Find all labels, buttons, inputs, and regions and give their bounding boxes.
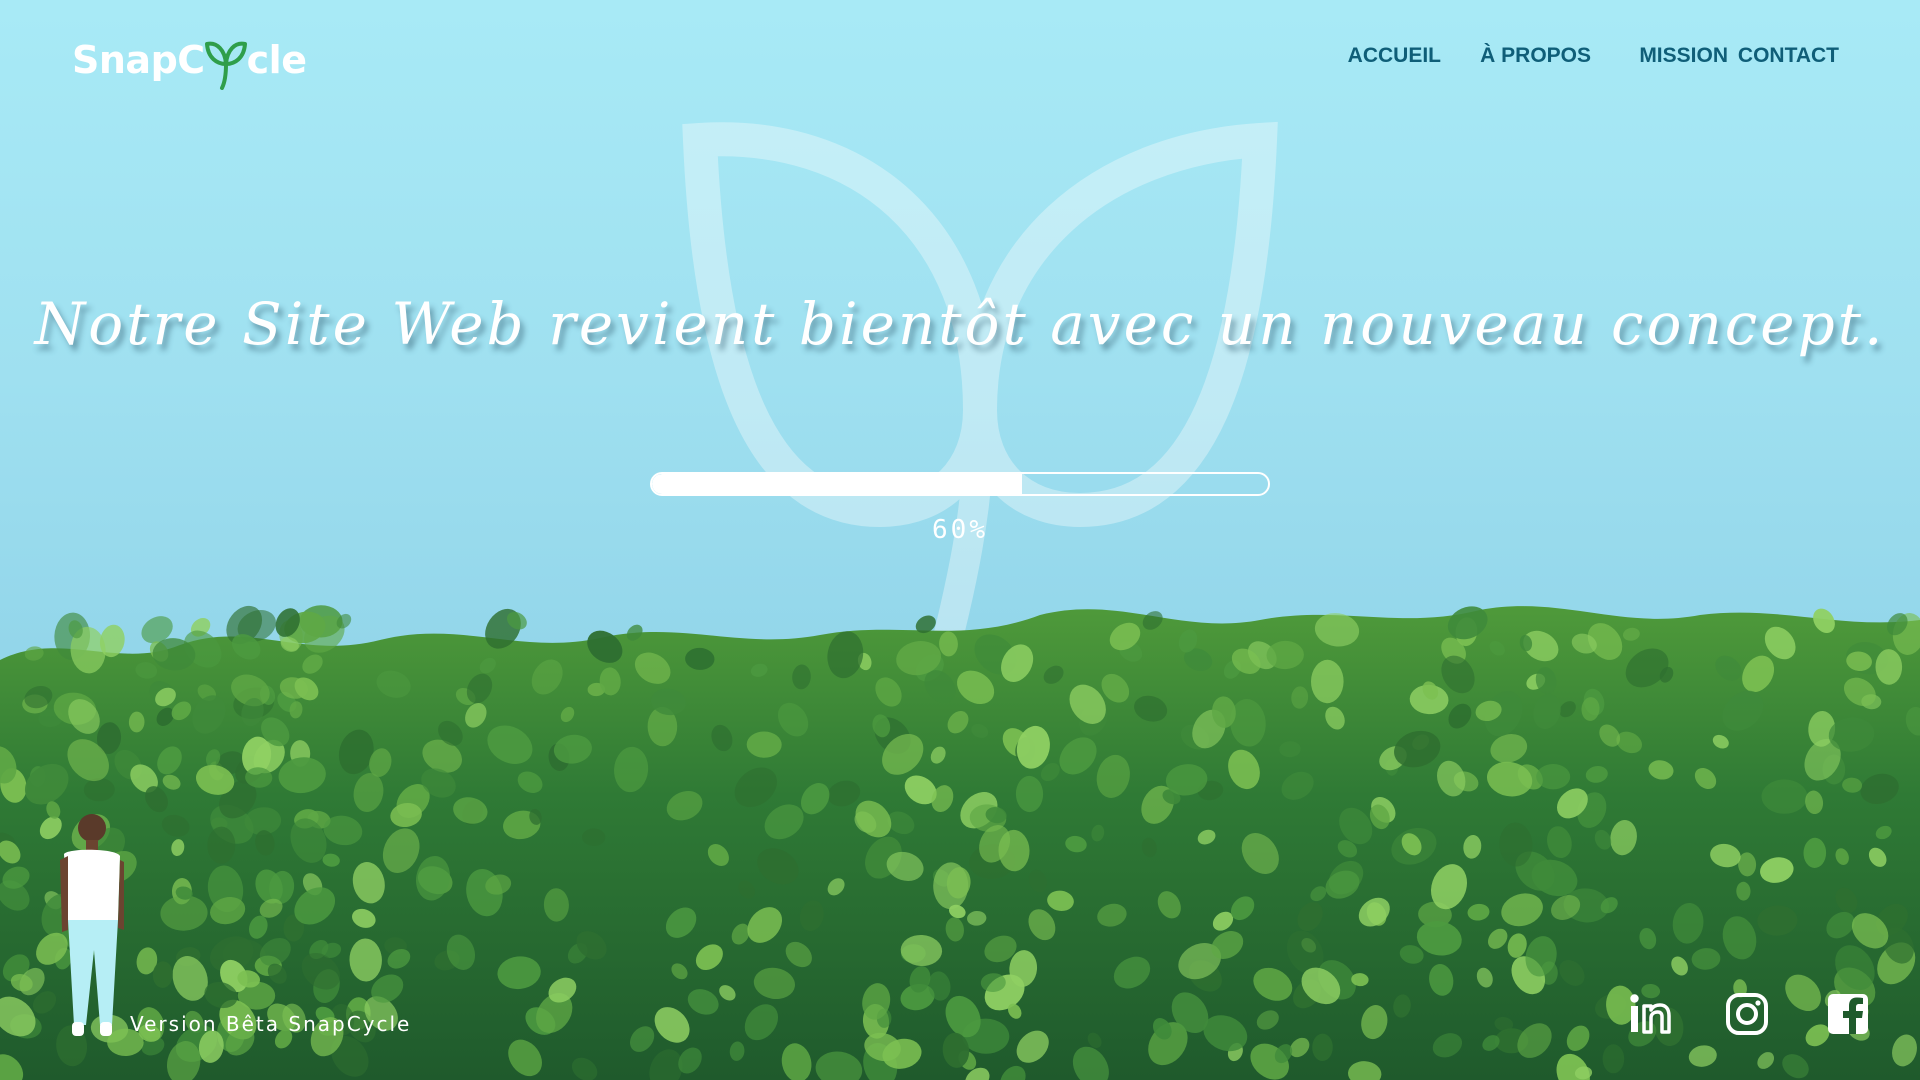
hedge-leaf: [1761, 779, 1808, 814]
leaf-watermark-icon: [682, 121, 1278, 670]
nav-item-a-propos[interactable]: À PROPOS: [1480, 44, 1591, 68]
person-illustration: [60, 814, 124, 1036]
progress-bar: [650, 472, 1270, 496]
hedge-leaf: [1602, 1044, 1625, 1074]
linkedin-icon[interactable]: [1628, 992, 1672, 1036]
hedge-leaf: [1536, 764, 1571, 790]
progress-bar-fill: [652, 474, 1022, 494]
logo-text-suffix: cle: [246, 38, 307, 82]
instagram-icon[interactable]: [1725, 992, 1769, 1036]
site-header: SnapC cle ACCUEIL À PROPOS MISSION CONTA…: [0, 0, 1920, 120]
facebook-icon[interactable]: [1826, 992, 1870, 1036]
logo-text-prefix: SnapC: [72, 38, 205, 82]
nav-item-contact[interactable]: CONTACT: [1738, 44, 1839, 68]
hero-headline: Notre Site Web revient bientôt avec un n…: [34, 290, 1886, 358]
brand-logo[interactable]: SnapC cle: [72, 30, 307, 90]
version-text: Version Bêta SnapCycle: [130, 1012, 412, 1036]
nav-item-mission[interactable]: MISSION: [1639, 44, 1728, 68]
leaf-y-icon: [204, 41, 247, 90]
progress-label: 60%: [932, 515, 988, 545]
nav-item-accueil[interactable]: ACCUEIL: [1348, 44, 1441, 68]
